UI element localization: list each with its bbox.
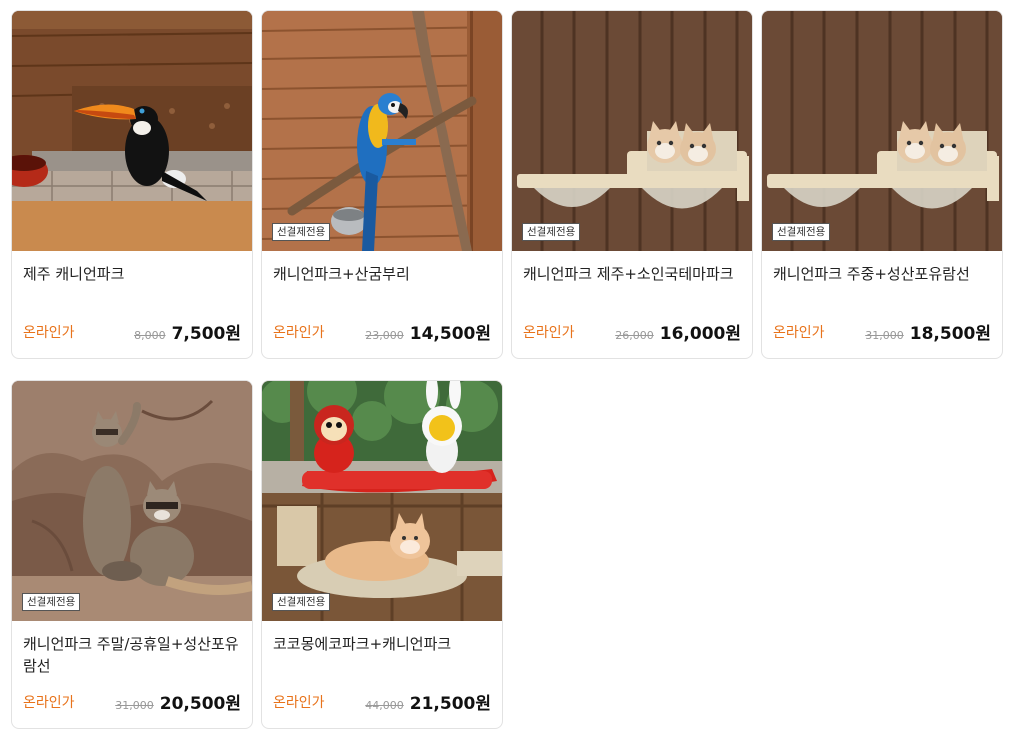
product-title[interactable]: 캐니언파크 제주+소인국테마파크 [523, 263, 741, 285]
product-card[interactable]: 선결제전용 캐니언파크 주말/공휴일+성산포유람선 온라인가 31,000 20… [11, 380, 253, 729]
prepaid-badge: 선결제전용 [522, 223, 581, 241]
prepaid-badge: 선결제전용 [272, 593, 331, 611]
price-group: 31,000 20,500원 [115, 689, 241, 714]
product-title[interactable]: 캐니언파크+산굼부리 [273, 263, 491, 285]
original-price: 26,000 [615, 329, 654, 342]
price-group: 8,000 7,500원 [134, 319, 241, 344]
product-card[interactable]: 선결제전용 캐니언파크 주중+성산포유람선 온라인가 31,000 18,500… [761, 10, 1003, 359]
original-price: 31,000 [865, 329, 904, 342]
product-title[interactable]: 캐니언파크 주말/공휴일+성산포유람선 [23, 633, 241, 677]
price-group: 44,000 21,500원 [365, 689, 491, 714]
sale-price: 21,500원 [409, 694, 491, 714]
product-info: 제주 캐니언파크 온라인가 8,000 7,500원 [12, 251, 252, 358]
online-price-label: 온라인가 [273, 325, 325, 341]
sale-price: 20,500원 [159, 694, 241, 714]
online-price-label: 온라인가 [23, 695, 75, 711]
product-card[interactable]: 선결제전용 캐니언파크 제주+소인국테마파크 온라인가 26,000 16,00… [511, 10, 753, 359]
product-card[interactable]: 제주 캐니언파크 온라인가 8,000 7,500원 [11, 10, 253, 359]
product-grid: 제주 캐니언파크 온라인가 8,000 7,500원 선결제전용 캐니언파크+산… [11, 10, 1003, 729]
sale-price: 7,500원 [171, 324, 241, 344]
product-title[interactable]: 캐니언파크 주중+성산포유람선 [773, 263, 991, 285]
product-info: 코코몽에코파크+캐니언파크 온라인가 44,000 21,500원 [262, 621, 502, 728]
product-card[interactable]: 선결제전용 코코몽에코파크+캐니언파크 온라인가 44,000 21,500원 [261, 380, 503, 729]
sale-price: 16,000원 [659, 324, 741, 344]
product-info: 캐니언파크 주중+성산포유람선 온라인가 31,000 18,500원 [762, 251, 1002, 358]
product-image-cats[interactable]: 선결제전용 [512, 11, 752, 251]
online-price-label: 온라인가 [23, 325, 75, 341]
product-image-macaw[interactable]: 선결제전용 [262, 11, 502, 251]
original-price: 44,000 [365, 699, 404, 712]
online-price-label: 온라인가 [273, 695, 325, 711]
product-image-toucan[interactable] [12, 11, 252, 251]
online-price-label: 온라인가 [773, 325, 825, 341]
product-title[interactable]: 제주 캐니언파크 [23, 263, 241, 285]
prepaid-badge: 선결제전용 [22, 593, 81, 611]
price-group: 31,000 18,500원 [865, 319, 991, 344]
prepaid-badge: 선결제전용 [272, 223, 331, 241]
product-info: 캐니언파크 제주+소인국테마파크 온라인가 26,000 16,000원 [512, 251, 752, 358]
sale-price: 18,500원 [909, 324, 991, 344]
product-title[interactable]: 코코몽에코파크+캐니언파크 [273, 633, 491, 655]
original-price: 8,000 [134, 329, 166, 342]
price-group: 23,000 14,500원 [365, 319, 491, 344]
price-group: 26,000 16,000원 [615, 319, 741, 344]
product-info: 캐니언파크+산굼부리 온라인가 23,000 14,500원 [262, 251, 502, 358]
product-image-raccoons[interactable]: 선결제전용 [12, 381, 252, 621]
product-card[interactable]: 선결제전용 캐니언파크+산굼부리 온라인가 23,000 14,500원 [261, 10, 503, 359]
product-image-cats[interactable]: 선결제전용 [762, 11, 1002, 251]
product-image-cocomong-cat[interactable]: 선결제전용 [262, 381, 502, 621]
product-info: 캐니언파크 주말/공휴일+성산포유람선 온라인가 31,000 20,500원 [12, 621, 252, 728]
original-price: 23,000 [365, 329, 404, 342]
sale-price: 14,500원 [409, 324, 491, 344]
prepaid-badge: 선결제전용 [772, 223, 831, 241]
online-price-label: 온라인가 [523, 325, 575, 341]
original-price: 31,000 [115, 699, 154, 712]
